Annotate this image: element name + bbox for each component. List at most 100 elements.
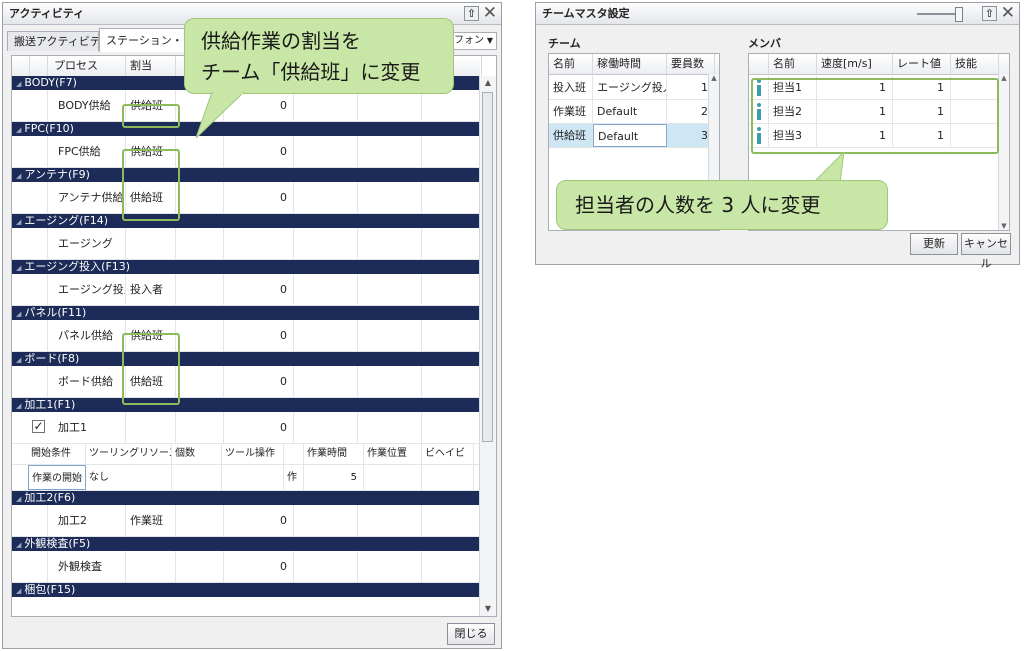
activity-title: アクティビティ	[9, 7, 85, 20]
pin-icon[interactable]: ⇧	[464, 6, 479, 21]
table-row[interactable]: 加工2 作業班 0	[12, 505, 482, 537]
process-cell: BODY供給	[48, 90, 126, 121]
collapse-triangle-icon[interactable]: ◢	[16, 402, 21, 410]
close-icon[interactable]: ✕	[1001, 5, 1015, 22]
team-col-hours[interactable]: 稼働時間	[593, 54, 667, 74]
start-condition-cell[interactable]: 作業の開始	[28, 465, 86, 490]
process-cell: ボード供給	[48, 366, 126, 397]
table-row[interactable]: エージング	[12, 228, 482, 260]
table-row[interactable]: 外観検査 0	[12, 551, 482, 583]
process-cell: 加工2	[48, 505, 126, 536]
scroll-down-icon[interactable]: ▼	[480, 602, 496, 616]
scroll-thumb[interactable]	[482, 92, 493, 442]
group-header[interactable]: ◢ 加工2(F6)	[12, 491, 480, 505]
close-icon[interactable]: ✕	[483, 5, 497, 22]
dropdown-value: フォン	[454, 35, 484, 46]
group-header[interactable]: ◢ エージング(F14)	[12, 214, 480, 228]
assignment-cell[interactable]: 作業班	[126, 505, 176, 536]
callout-line1: 供給作業の割当を	[201, 29, 361, 53]
close-button[interactable]: 閉じる	[447, 623, 495, 645]
table-row[interactable]: ボード供給 供給班 0	[12, 366, 482, 398]
member-col-name[interactable]: 名前	[769, 54, 817, 74]
activity-scrollbar[interactable]: ▲ ▼	[479, 76, 496, 616]
activity-rows: ◢ BODY(F7) BODY供給 供給班 0 ◢ FPC(F10) FPC供給 供…	[12, 76, 482, 597]
scroll-down-icon[interactable]: ▼	[999, 222, 1009, 230]
collapse-triangle-icon[interactable]: ◢	[16, 80, 21, 88]
team-title: チームマスタ設定	[542, 7, 630, 20]
table-row[interactable]: エージング投入 投入者 0	[12, 274, 482, 306]
member-col-speed[interactable]: 速度[m/s]	[817, 54, 893, 74]
collapse-triangle-icon[interactable]: ◢	[16, 495, 21, 503]
tab-station-activity[interactable]: ステーション・アクティ	[99, 28, 197, 52]
group-header[interactable]: ◢ 外観検査(F5)	[12, 537, 480, 551]
sub-table-row[interactable]: 作業の開始 なし 作 5	[12, 465, 480, 491]
highlight-box	[122, 333, 180, 405]
callout-line2: チーム「供給班」に変更	[201, 60, 421, 84]
member-col-skill[interactable]: 技能	[951, 54, 999, 74]
process-cell: 外観検査	[48, 551, 126, 582]
chevron-down-icon: ▼	[486, 36, 493, 45]
process-cell: 加工1	[48, 412, 126, 443]
team-col-count[interactable]: 要員数	[667, 54, 715, 74]
group-header[interactable]: ◢ エージング投入(F13)	[12, 260, 480, 274]
assignment-cell[interactable]	[126, 228, 176, 259]
collapse-triangle-icon[interactable]: ◢	[16, 541, 21, 549]
callout-assignment: 供給作業の割当を チーム「供給班」に変更	[184, 18, 454, 94]
process-cell: FPC供給	[48, 136, 126, 167]
assignment-cell[interactable]: 投入者	[126, 274, 176, 305]
table-row[interactable]: 投入班 エージング投入 1	[549, 76, 715, 100]
group-header[interactable]: ◢ アンテナ(F9)	[12, 168, 480, 182]
assignment-cell[interactable]	[126, 412, 176, 443]
highlight-box	[122, 104, 180, 128]
collapse-triangle-icon[interactable]: ◢	[16, 310, 21, 318]
collapse-triangle-icon[interactable]: ◢	[16, 264, 21, 272]
table-row[interactable]: ✓ 加工1 0	[12, 412, 482, 444]
process-cell: アンテナ供給	[48, 182, 126, 213]
team-section-label: チーム	[548, 37, 581, 50]
collapse-triangle-icon[interactable]: ◢	[16, 356, 21, 364]
group-header[interactable]: ◢ ボード(F8)	[12, 352, 480, 366]
view-dropdown[interactable]: フォン ▼	[449, 32, 497, 50]
process-cell: パネル供給	[48, 320, 126, 351]
member-scrollbar[interactable]: ▲ ▼	[998, 74, 1009, 230]
col-expander	[12, 56, 30, 76]
scroll-up-icon[interactable]: ▲	[999, 74, 1009, 82]
collapse-triangle-icon[interactable]: ◢	[16, 218, 21, 226]
collapse-triangle-icon[interactable]: ◢	[16, 587, 21, 595]
tab-transport-activity[interactable]: 搬送アクティビティ	[7, 31, 99, 51]
value-cell: 0	[224, 412, 294, 443]
member-section-label: メンバ	[748, 37, 781, 50]
group-header[interactable]: ◢ パネル(F11)	[12, 306, 480, 320]
col-assignment[interactable]: 割当	[126, 56, 176, 76]
row-checkbox[interactable]: ✓	[32, 420, 45, 433]
table-row[interactable]: パネル供給 供給班 0	[12, 320, 482, 352]
table-row-selected[interactable]: 供給班 Default 3	[549, 124, 715, 148]
scroll-up-icon[interactable]: ▲	[480, 76, 496, 90]
member-col-rate[interactable]: レート値	[893, 54, 951, 74]
callout-pointer	[195, 92, 245, 139]
value-cell: 0	[224, 366, 294, 397]
assignment-cell[interactable]	[126, 551, 176, 582]
collapse-triangle-icon[interactable]: ◢	[16, 172, 21, 180]
group-header[interactable]: ◢ 梱包(F15)	[12, 583, 480, 597]
team-titlebar: チームマスタ設定 ⇧ ✕	[536, 3, 1019, 25]
table-row[interactable]: 作業班 Default 2	[549, 100, 715, 124]
opacity-slider-thumb[interactable]	[955, 7, 963, 22]
col-process[interactable]: プロセス	[48, 56, 126, 76]
scroll-up-icon[interactable]: ▲	[709, 74, 719, 82]
highlight-box	[122, 149, 180, 221]
sub-table-header: 開始条件 ツーリングリソース 個数 ツール操作 作業時間 作業位置 ビヘイビ	[12, 444, 480, 465]
process-cell: エージング投入	[48, 274, 126, 305]
update-button[interactable]: 更新	[910, 233, 958, 255]
team-col-name[interactable]: 名前	[549, 54, 593, 74]
cancel-button[interactable]: キャンセル	[961, 233, 1011, 270]
col-check	[30, 56, 48, 76]
table-row[interactable]: アンテナ供給 供給班 0	[12, 182, 482, 214]
highlight-box	[751, 78, 999, 154]
pin-icon[interactable]: ⇧	[982, 6, 997, 21]
group-header[interactable]: ◢ 加工1(F1)	[12, 398, 480, 412]
callout-member-count: 担当者の人数を 3 人に変更	[556, 180, 888, 230]
collapse-triangle-icon[interactable]: ◢	[16, 126, 21, 134]
value-cell: 0	[224, 505, 294, 536]
value-cell: 0	[224, 274, 294, 305]
